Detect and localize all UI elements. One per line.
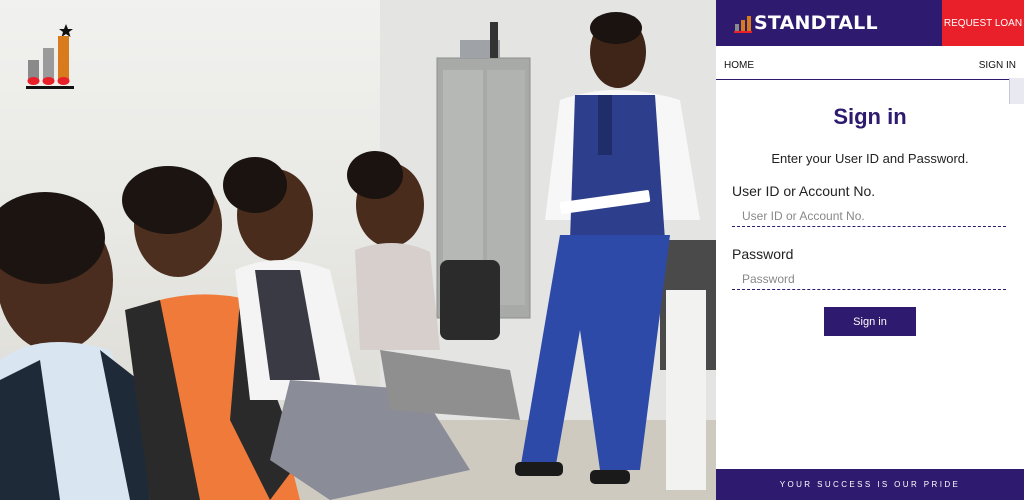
user-id-input[interactable] [732, 205, 1006, 227]
hero-photo [0, 0, 716, 500]
password-input[interactable] [732, 268, 1006, 290]
signin-panel: STANDTALL REQUEST LOAN HOME SIGN IN Sign… [716, 0, 1024, 500]
group-meeting-illustration [0, 0, 716, 500]
brand-name: STANDTALL [754, 12, 878, 34]
user-id-label: User ID or Account No. [732, 183, 876, 199]
request-loan-button[interactable]: REQUEST LOAN [942, 0, 1024, 46]
footer-tagline: YOUR SUCCESS IS OUR PRIDE [779, 480, 961, 489]
signin-button[interactable]: Sign in [824, 307, 916, 336]
top-bar: STANDTALL REQUEST LOAN [716, 0, 1024, 46]
logo-icon [24, 22, 80, 90]
password-label: Password [732, 246, 794, 262]
nav-bar: HOME SIGN IN [716, 46, 1024, 80]
side-tab[interactable] [1009, 78, 1024, 104]
brand-logo-icon [734, 16, 752, 33]
brand[interactable]: STANDTALL [734, 10, 878, 36]
nav-signin-link[interactable]: SIGN IN [979, 60, 1016, 71]
signin-subtitle: Enter your User ID and Password. [771, 151, 969, 166]
signin-title: Sign in [833, 104, 907, 129]
footer: YOUR SUCCESS IS OUR PRIDE [716, 469, 1024, 500]
nav-home-link[interactable]: HOME [724, 60, 754, 71]
